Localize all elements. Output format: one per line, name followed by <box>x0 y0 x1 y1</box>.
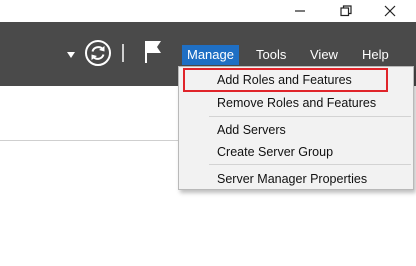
close-button[interactable] <box>370 0 410 22</box>
menu-manage[interactable]: Manage <box>182 45 239 65</box>
menu-item-remove-roles[interactable]: Remove Roles and Features <box>217 93 376 113</box>
flag-icon[interactable] <box>142 39 164 65</box>
close-icon <box>384 5 396 17</box>
title-bar <box>0 0 416 22</box>
menu-item-create-server-group[interactable]: Create Server Group <box>217 142 333 162</box>
manage-dropdown-menu: Add Roles and Features Remove Roles and … <box>178 66 414 190</box>
server-manager-window: Manage Tools View Help Add Roles and Fea… <box>0 0 416 266</box>
menu-tools[interactable]: Tools <box>251 45 291 65</box>
menu-separator <box>209 116 411 117</box>
menu-item-server-manager-properties[interactable]: Server Manager Properties <box>217 169 367 189</box>
minimize-button[interactable] <box>280 0 320 22</box>
pane-divider <box>0 140 180 141</box>
minimize-icon <box>295 10 305 12</box>
menu-help[interactable]: Help <box>357 45 394 65</box>
dropdown-arrow-icon[interactable] <box>66 51 76 59</box>
menu-item-add-roles[interactable]: Add Roles and Features <box>217 70 352 90</box>
menu-separator <box>209 164 411 165</box>
restore-button[interactable] <box>326 0 366 22</box>
refresh-icon[interactable] <box>84 39 112 67</box>
restore-icon <box>340 5 352 17</box>
toolbar-separator <box>122 44 124 62</box>
menu-view[interactable]: View <box>305 45 343 65</box>
menu-item-add-servers[interactable]: Add Servers <box>217 120 286 140</box>
